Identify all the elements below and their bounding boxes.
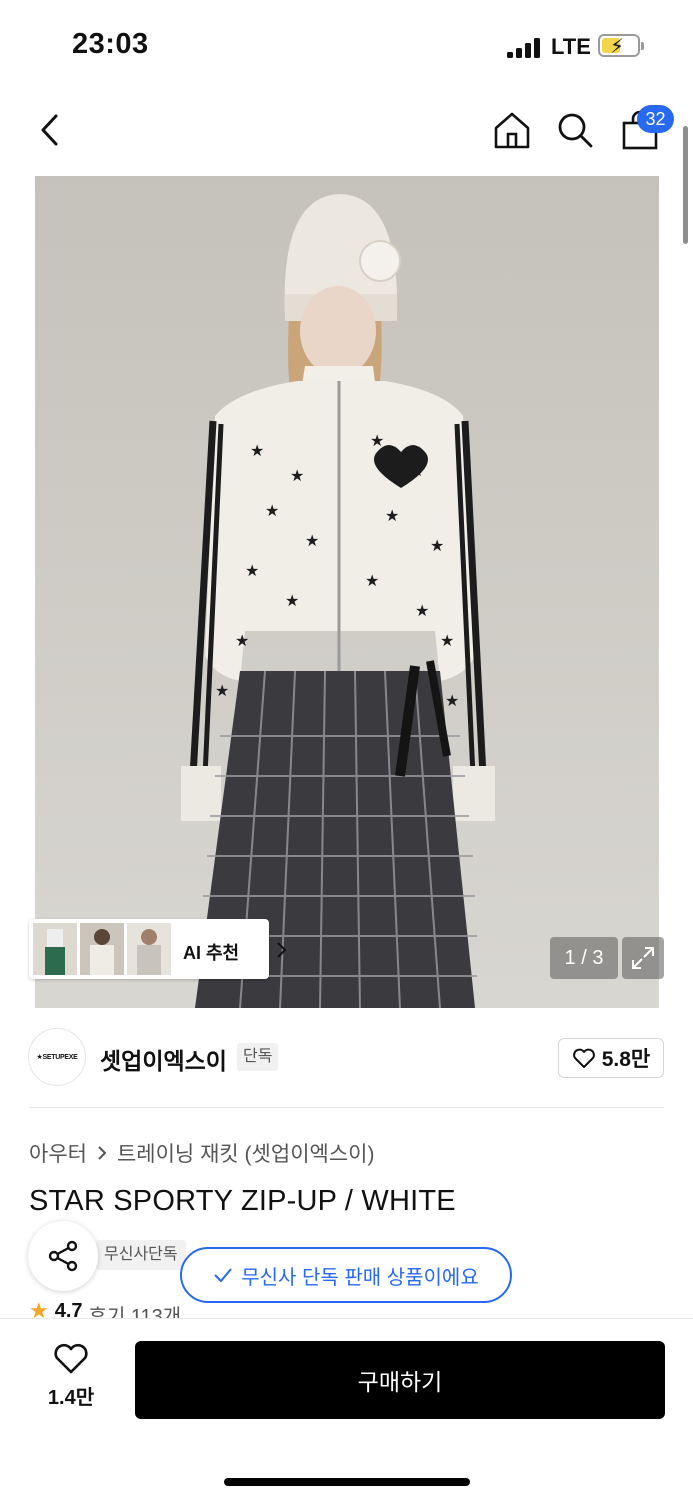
brand-name[interactable]: 셋업이엑스이 <box>100 1042 227 1076</box>
share-icon <box>48 1240 78 1272</box>
ai-thumbnail <box>80 923 124 975</box>
brand-logo-text: ★SETUPEXE <box>36 1054 78 1061</box>
exclusive-badge: 무신사단독 <box>96 1240 186 1270</box>
exclusive-tooltip: 무신사 단독 판매 상품이에요 <box>180 1247 512 1303</box>
wishlist-button[interactable]: 1.4만 <box>30 1343 112 1415</box>
scrollbar[interactable] <box>683 126 688 244</box>
brand-like-button[interactable]: 5.8만 <box>558 1038 664 1078</box>
ai-recommendation-label: AI 추천 <box>183 943 240 963</box>
breadcrumb-category[interactable]: 아우터 <box>29 1138 87 1168</box>
divider <box>29 1107 664 1108</box>
breadcrumb-subcategory[interactable]: 트레이닝 재킷 (셋업이엑스이) <box>117 1138 375 1168</box>
brand-logo[interactable]: ★SETUPEXE <box>28 1028 86 1086</box>
share-button[interactable] <box>28 1221 98 1291</box>
ai-thumbnail <box>127 923 171 975</box>
signal-icon <box>507 38 541 58</box>
svg-text:★: ★ <box>285 593 299 610</box>
heart-icon <box>572 1048 595 1068</box>
svg-text:★: ★ <box>430 538 444 555</box>
svg-text:★: ★ <box>445 693 459 710</box>
svg-text:★: ★ <box>235 633 249 650</box>
network-label: LTE <box>551 34 591 59</box>
exclusive-tooltip-text: 무신사 단독 판매 상품이에요 <box>241 1266 479 1289</box>
svg-text:★: ★ <box>290 468 304 485</box>
nav-bar <box>0 92 693 172</box>
chevron-right-icon <box>98 1146 107 1160</box>
ai-recommendation-button[interactable]: AI 추천 <box>29 919 287 979</box>
back-icon[interactable] <box>26 106 74 154</box>
heart-icon <box>54 1343 88 1374</box>
bottom-action-bar: 1.4만 구매하기 <box>0 1318 693 1500</box>
search-icon[interactable] <box>551 106 599 154</box>
brand-exclusive-tag: 단독 <box>237 1043 279 1071</box>
brand-like-count: 5.8만 <box>601 1048 651 1071</box>
svg-text:★: ★ <box>365 573 379 590</box>
brand-row: ★SETUPEXE 셋업이엑스이 단독 5.8만 <box>0 1008 693 1108</box>
home-indicator <box>224 1478 470 1486</box>
wishlist-count: 1.4만 <box>47 1387 95 1409</box>
svg-text:★: ★ <box>245 563 259 580</box>
svg-text:★: ★ <box>215 683 229 700</box>
svg-text:★: ★ <box>385 508 399 525</box>
chevron-right-icon <box>275 941 287 964</box>
svg-text:★: ★ <box>265 503 279 520</box>
status-time: 23:03 <box>72 28 149 60</box>
product-image[interactable]: ★★ ★★ ★★ ★★ ★★ ★★ ★★ ★★ <box>35 176 659 1008</box>
product-photo-illustration: ★★ ★★ ★★ ★★ ★★ ★★ ★★ ★★ <box>181 194 495 1008</box>
image-page-counter: 1 / 3 <box>550 937 618 979</box>
svg-text:★: ★ <box>440 633 454 650</box>
svg-text:★: ★ <box>415 603 429 620</box>
product-title: STAR SPORTY ZIP-UP / WHITE <box>29 1185 456 1217</box>
cart-count-badge: 32 <box>637 105 674 133</box>
ai-thumbnail <box>33 923 77 975</box>
breadcrumb: 아우터 트레이닝 재킷 (셋업이엑스이) <box>29 1138 374 1168</box>
buy-button[interactable]: 구매하기 <box>135 1341 665 1419</box>
status-bar: 23:03 LTE ⚡ <box>0 0 693 92</box>
expand-icon[interactable] <box>622 937 664 979</box>
home-icon[interactable] <box>488 106 536 154</box>
battery-icon: ⚡ <box>598 34 644 58</box>
svg-text:★: ★ <box>250 443 264 460</box>
svg-text:★: ★ <box>305 533 319 550</box>
check-icon <box>214 1268 233 1283</box>
